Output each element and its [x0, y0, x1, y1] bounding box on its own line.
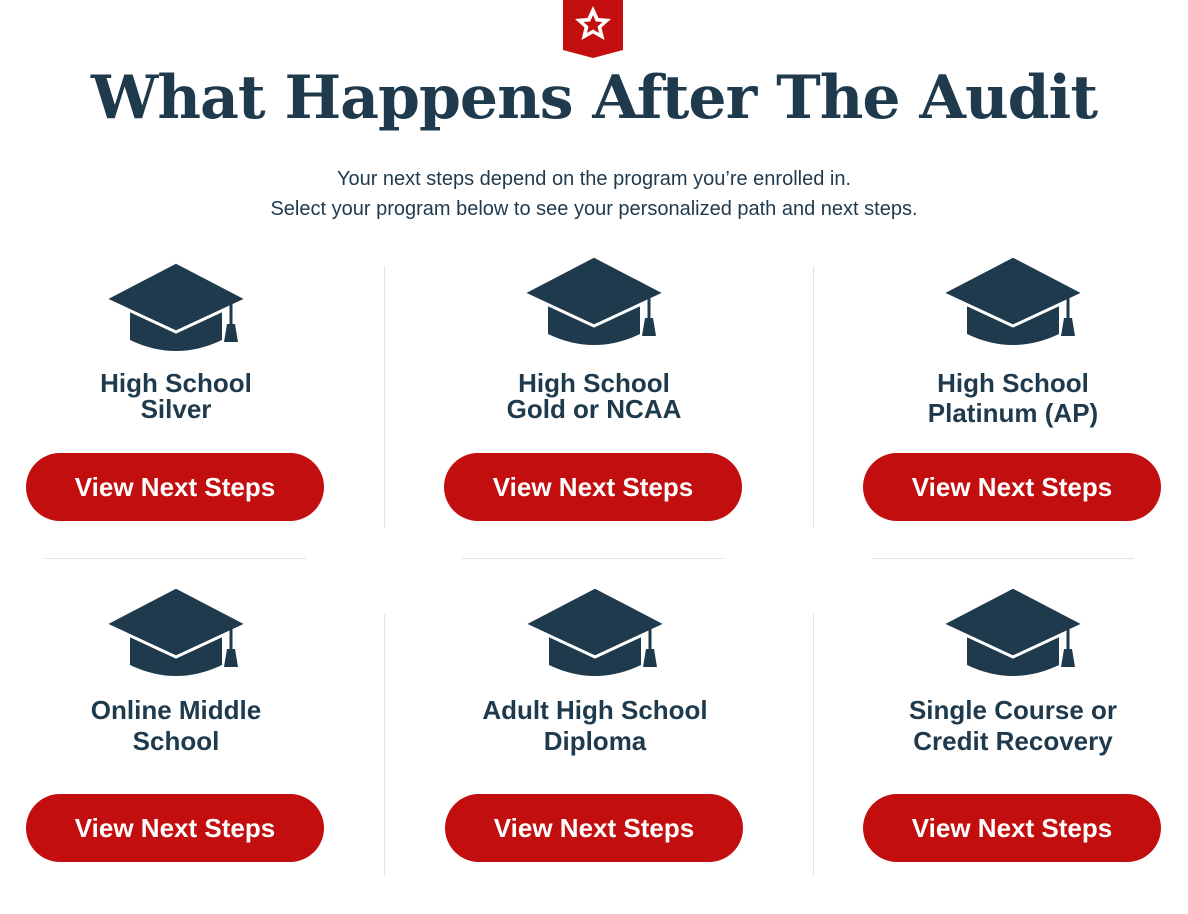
- program-title: Online Middle School: [90, 695, 262, 756]
- program-title: Adult High School Diploma: [482, 695, 708, 756]
- view-next-steps-button[interactable]: View Next Steps: [863, 453, 1161, 521]
- graduation-cap-icon: [103, 262, 249, 351]
- program-title: High School Platinum (AP): [927, 368, 1099, 428]
- program-title: Single Course or Credit Recovery: [908, 695, 1118, 756]
- program-card-high-school-platinum-ap: High School Platinum (AP) View Next Step…: [863, 256, 1163, 562]
- graduation-cap-icon: [940, 256, 1086, 345]
- graduation-cap-icon: [521, 256, 667, 345]
- subtitle-line-1: Your next steps depend on the program yo…: [336, 168, 852, 190]
- view-next-steps-button[interactable]: View Next Steps: [26, 794, 324, 862]
- program-card-single-course-credit-recovery: Single Course or Credit Recovery View Ne…: [863, 587, 1163, 887]
- view-next-steps-button[interactable]: View Next Steps: [26, 453, 324, 521]
- column-divider: [384, 614, 385, 876]
- graduation-cap-icon: [522, 587, 668, 676]
- view-next-steps-button[interactable]: View Next Steps: [863, 794, 1161, 862]
- program-card-high-school-gold-ncaa: High School Gold or NCAA View Next Steps: [444, 256, 744, 562]
- view-next-steps-button[interactable]: View Next Steps: [444, 453, 742, 521]
- column-divider: [384, 266, 385, 528]
- view-next-steps-button[interactable]: View Next Steps: [445, 794, 743, 862]
- program-card-online-middle-school: Online Middle School View Next Steps: [26, 587, 326, 887]
- subtitle-line-2: Select your program below to see your pe…: [270, 198, 918, 220]
- graduation-cap-icon: [940, 587, 1086, 676]
- column-divider: [813, 614, 814, 876]
- program-card-adult-high-school-diploma: Adult High School Diploma View Next Step…: [445, 587, 745, 887]
- graduation-cap-icon: [103, 587, 249, 676]
- program-card-high-school-silver: High School Silver View Next Steps: [26, 262, 326, 562]
- program-title: High School Gold or NCAA: [506, 368, 682, 424]
- page-title: What Happens After The Audit: [90, 63, 1098, 133]
- column-divider: [813, 266, 814, 528]
- program-title: High School Silver: [100, 368, 252, 424]
- star-shield-logo: [563, 0, 623, 58]
